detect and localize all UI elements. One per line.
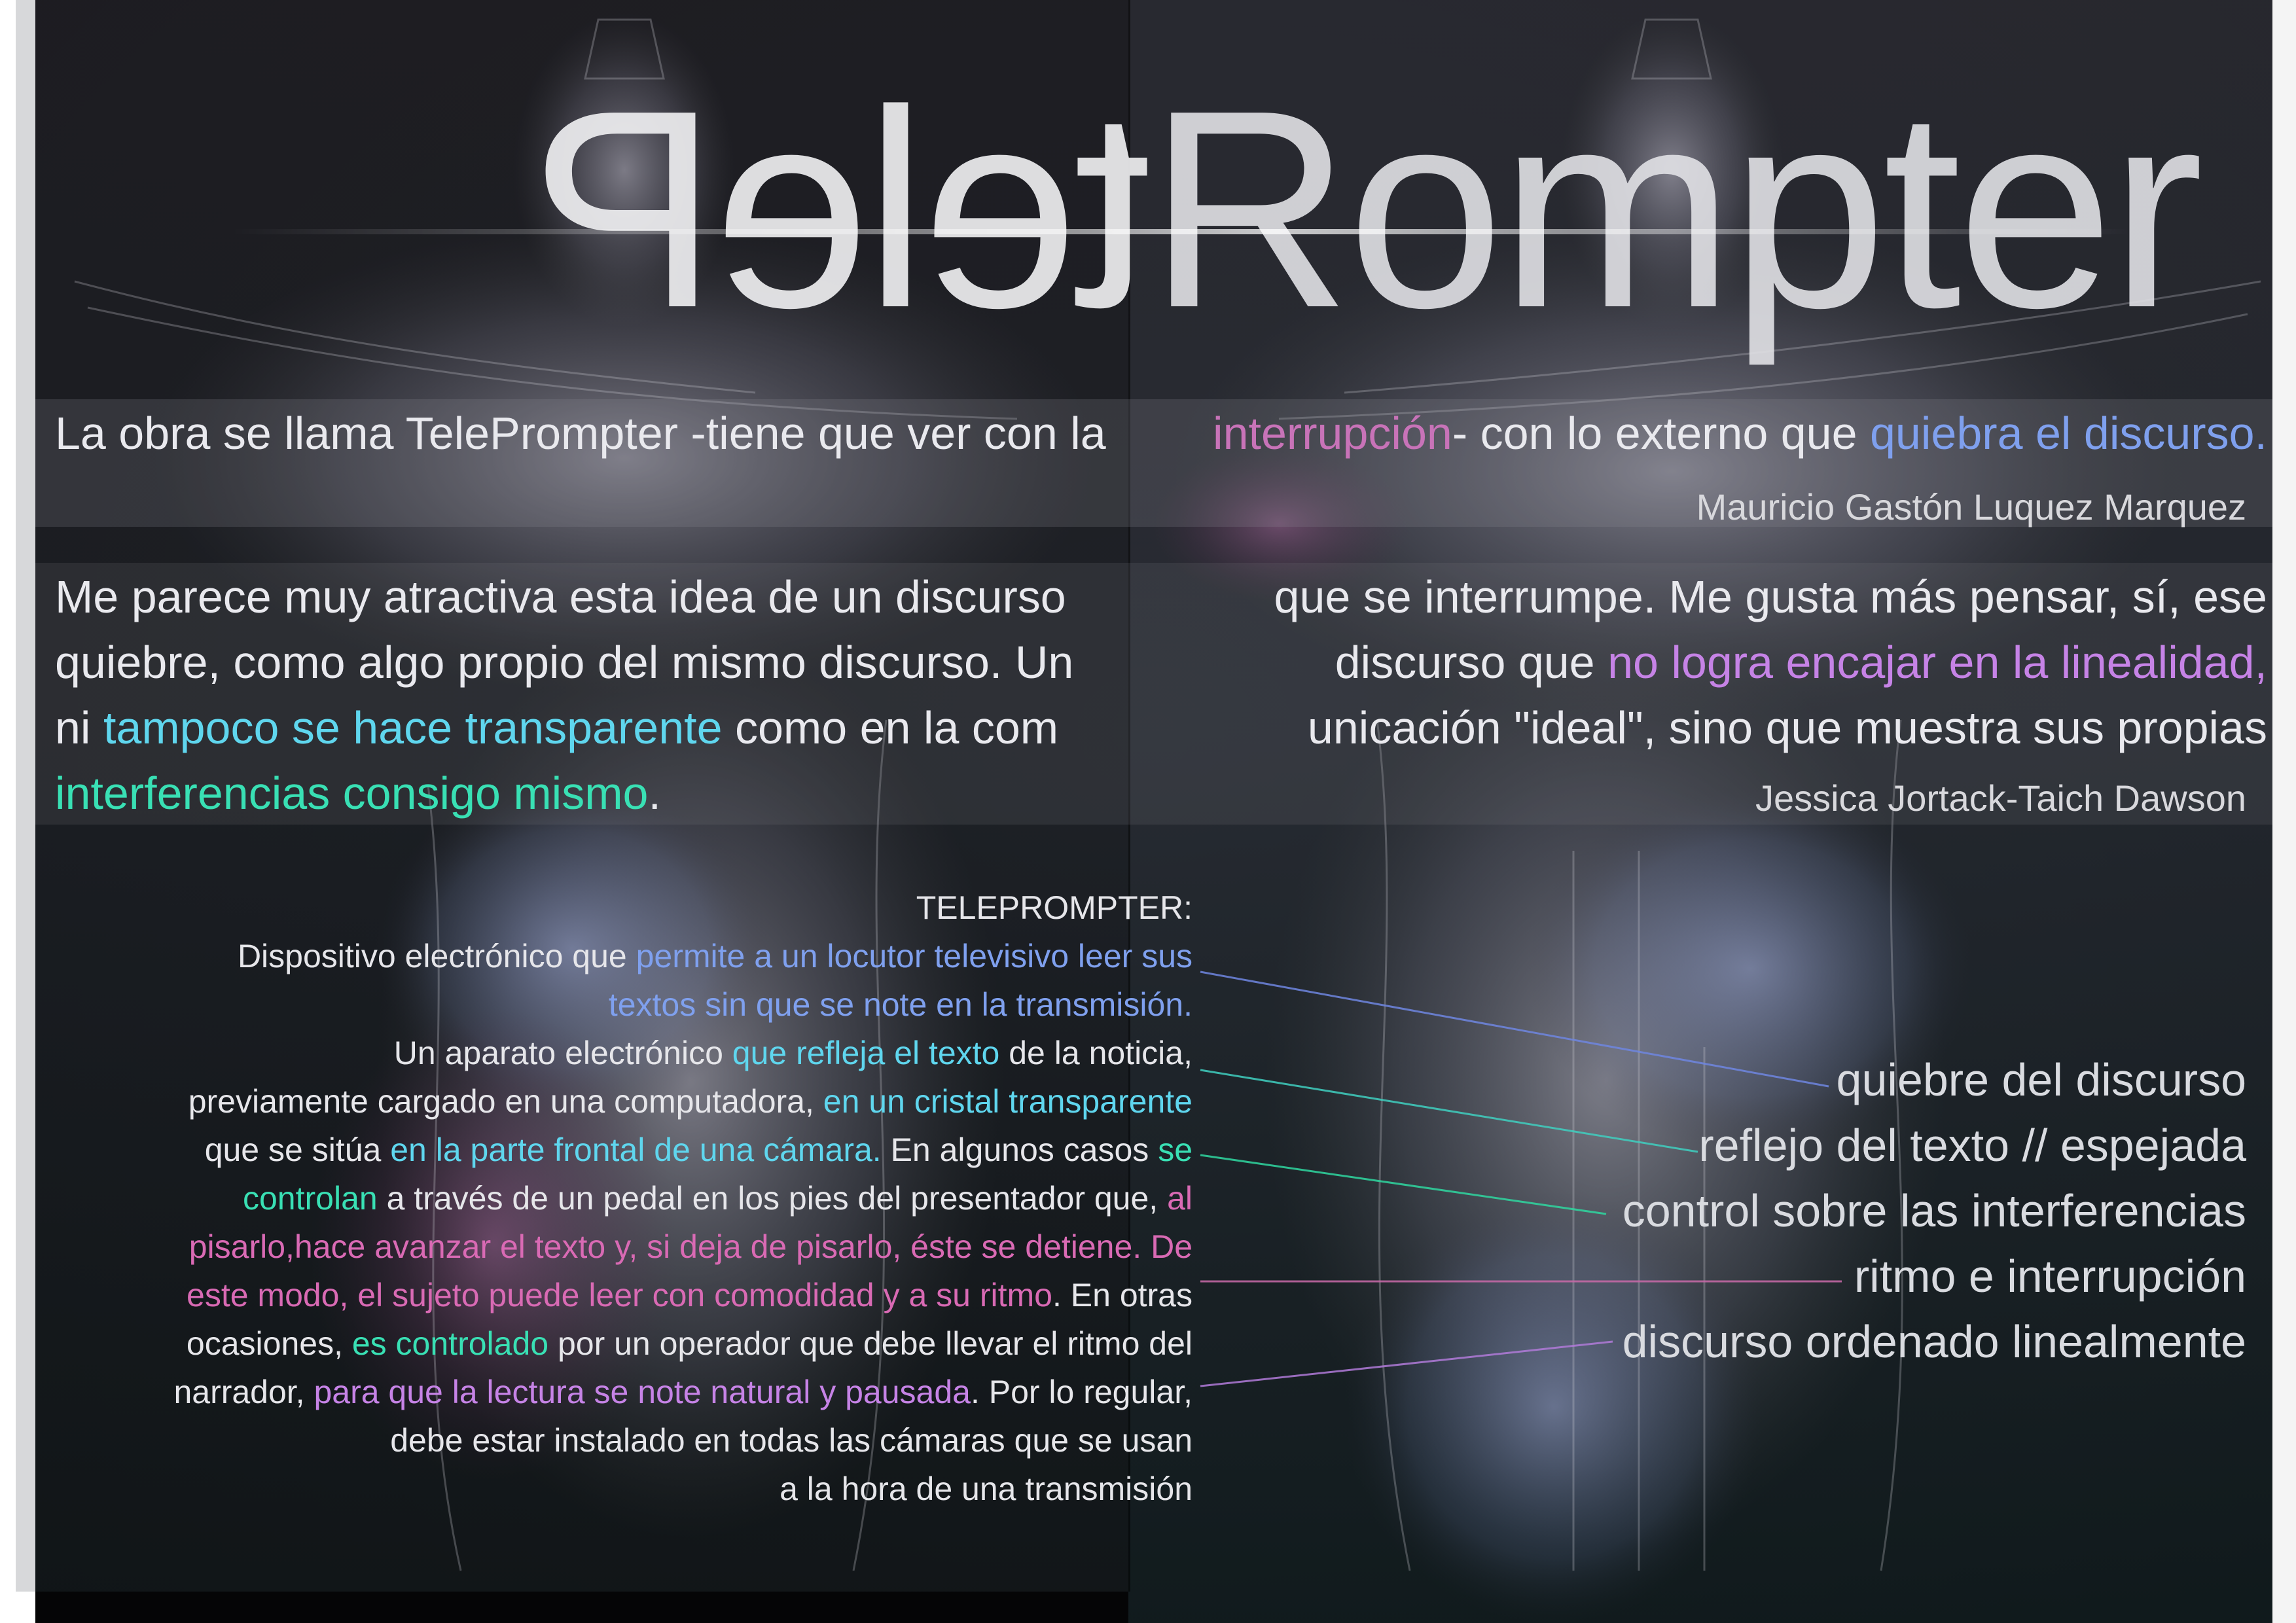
connector-lines — [1200, 971, 1842, 1387]
page-edge-left — [16, 0, 35, 1592]
concept-item: ritmo e interrupción — [1854, 1251, 2246, 1302]
concept-item: quiebre del discurso — [1836, 1054, 2246, 1105]
concept-item: discurso ordenado linealmente — [1622, 1316, 2246, 1367]
magazine-spread: teleP Rompter La obra se llama TelePromp… — [35, 0, 2272, 1623]
concept-list: quiebre del discurso reflejo del texto /… — [1526, 1047, 2246, 1374]
concept-item: control sobre las interferencias — [1622, 1185, 2246, 1236]
page-edge-right — [2272, 0, 2296, 1623]
concept-item: reflejo del texto // espejada — [1698, 1120, 2246, 1171]
